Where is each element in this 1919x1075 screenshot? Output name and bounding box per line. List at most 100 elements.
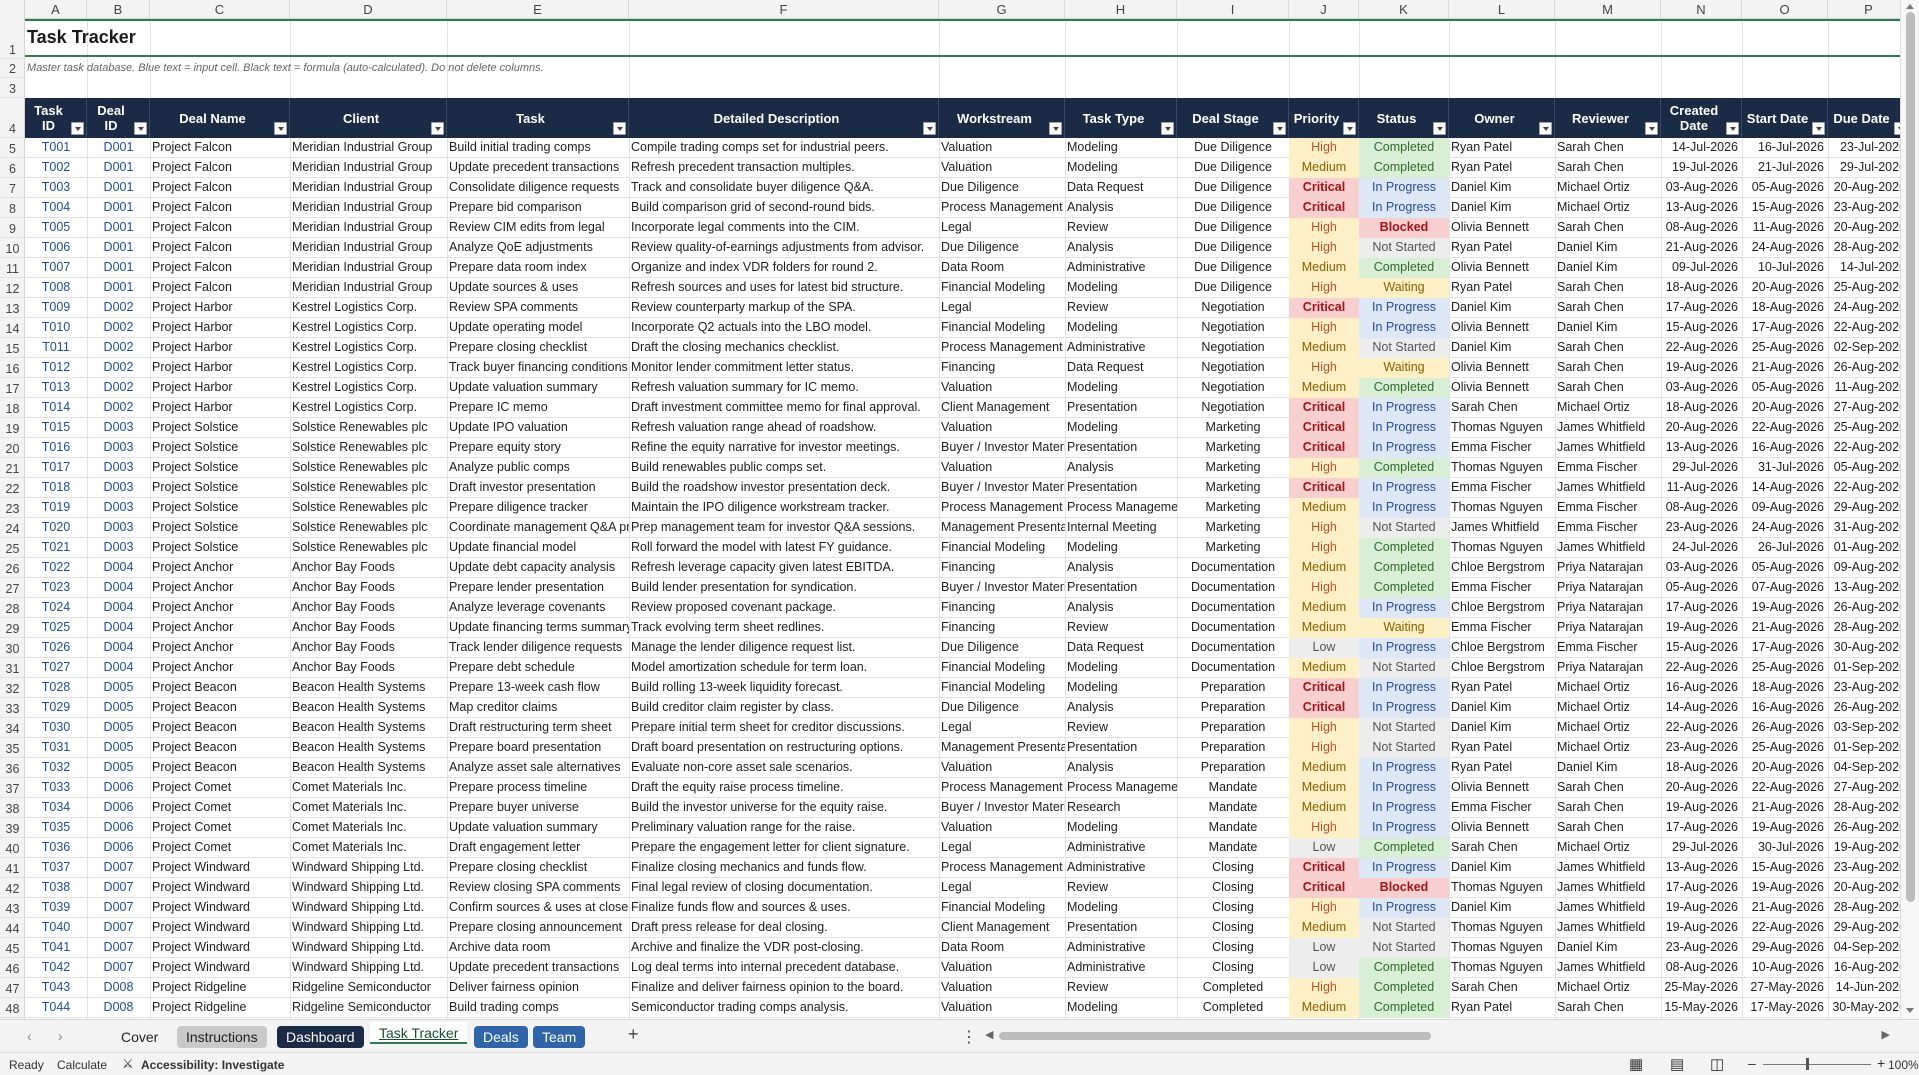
table-cell[interactable]: 15-Aug-2026 xyxy=(1661,318,1742,338)
table-cell[interactable]: T013 xyxy=(25,378,87,398)
table-cell[interactable]: Review counterparty markup of the SPA. xyxy=(629,298,939,318)
table-cell[interactable]: Thomas Nguyen xyxy=(1449,458,1555,478)
table-cell[interactable]: 21-Aug-2026 xyxy=(1742,618,1828,638)
table-cell[interactable]: Meridian Industrial Group xyxy=(290,138,447,158)
table-cell[interactable]: Medium xyxy=(1289,618,1359,638)
table-cell[interactable]: Prepare IC memo xyxy=(447,398,629,418)
table-cell[interactable]: Critical xyxy=(1289,418,1359,438)
table-cell[interactable]: D001 xyxy=(87,198,150,218)
table-cell[interactable]: Due Diligence xyxy=(939,178,1065,198)
table-cell[interactable]: Presentation xyxy=(1065,738,1177,758)
table-cell[interactable]: Michael Ortiz xyxy=(1555,698,1661,718)
table-cell[interactable]: 22-Aug-2026 xyxy=(1742,918,1828,938)
table-cell[interactable]: Presentation xyxy=(1065,478,1177,498)
table-cell[interactable]: Project Solstice xyxy=(150,498,290,518)
tab-task-tracker[interactable]: Task Tracker xyxy=(370,1022,468,1044)
table-cell[interactable]: D004 xyxy=(87,558,150,578)
scroll-down-icon[interactable] xyxy=(1906,1008,1914,1013)
table-cell[interactable]: Buyer / Investor Materials xyxy=(939,798,1065,818)
table-cell[interactable]: Daniel Kim xyxy=(1555,938,1661,958)
table-cell[interactable]: 16-Jul-2026 xyxy=(1742,138,1828,158)
table-cell[interactable]: T038 xyxy=(25,878,87,898)
table-cell[interactable]: 19-Aug-2026 xyxy=(1742,818,1828,838)
table-cell[interactable]: D007 xyxy=(87,918,150,938)
table-cell[interactable]: 04-Sep-2026 xyxy=(1828,938,1900,958)
table-cell[interactable]: Project Solstice xyxy=(150,538,290,558)
table-cell[interactable]: T032 xyxy=(25,758,87,778)
table-cell[interactable]: Administrative xyxy=(1065,938,1177,958)
table-cell[interactable]: In Progress xyxy=(1359,678,1449,698)
table-cell[interactable]: Buyer / Investor Materials xyxy=(939,438,1065,458)
table-cell[interactable]: Build rolling 13-week liquidity forecast… xyxy=(629,678,939,698)
zoom-in-icon[interactable]: + xyxy=(1877,1055,1885,1071)
page-break-view-icon[interactable]: ◫ xyxy=(1710,1055,1724,1073)
table-cell[interactable]: D001 xyxy=(87,278,150,298)
table-cell[interactable]: T026 xyxy=(25,638,87,658)
table-cell[interactable]: Olivia Bennett xyxy=(1449,378,1555,398)
table-cell[interactable]: 17-Aug-2026 xyxy=(1742,318,1828,338)
row-header[interactable]: 12 xyxy=(0,278,25,298)
table-cell[interactable]: 20-Aug-2026 xyxy=(1742,278,1828,298)
table-cell[interactable]: T030 xyxy=(25,718,87,738)
table-cell[interactable]: Due Diligence xyxy=(1177,218,1289,238)
table-cell[interactable]: 19-Aug-2026 xyxy=(1661,618,1742,638)
table-cell[interactable]: Emma Fischer xyxy=(1449,478,1555,498)
table-cell[interactable]: D005 xyxy=(87,698,150,718)
table-cell[interactable]: Priya Natarajan xyxy=(1555,598,1661,618)
table-cell[interactable]: Emma Fischer xyxy=(1555,638,1661,658)
table-cell[interactable]: Project Solstice xyxy=(150,418,290,438)
table-cell[interactable]: D005 xyxy=(87,718,150,738)
table-cell[interactable]: 23-Aug-2026 xyxy=(1828,678,1900,698)
table-cell[interactable]: Comet Materials Inc. xyxy=(290,778,447,798)
row-header[interactable]: 35 xyxy=(0,738,25,758)
table-cell[interactable]: Draft investment committee memo for fina… xyxy=(629,398,939,418)
next-sheet-icon[interactable]: › xyxy=(58,1028,63,1044)
table-cell[interactable]: 26-Aug-2026 xyxy=(1828,818,1900,838)
table-cell[interactable]: 17-Aug-2026 xyxy=(1742,638,1828,658)
table-cell[interactable]: Anchor Bay Foods xyxy=(290,658,447,678)
header-cell[interactable]: Priority xyxy=(1289,98,1359,138)
table-cell[interactable]: Kestrel Logistics Corp. xyxy=(290,338,447,358)
row-header[interactable]: 1 xyxy=(0,19,25,59)
table-cell[interactable]: James Whitfield xyxy=(1555,898,1661,918)
table-cell[interactable]: 03-Sep-2026 xyxy=(1828,718,1900,738)
table-cell[interactable]: Medium xyxy=(1289,158,1359,178)
table-cell[interactable]: 23-Aug-2026 xyxy=(1828,198,1900,218)
table-cell[interactable]: Negotiation xyxy=(1177,358,1289,378)
table-cell[interactable]: Chloe Bergstrom xyxy=(1449,598,1555,618)
table-cell[interactable]: High xyxy=(1289,538,1359,558)
table-cell[interactable]: Project Harbor xyxy=(150,398,290,418)
table-cell[interactable]: 05-Aug-2026 xyxy=(1661,578,1742,598)
table-cell[interactable]: Modeling xyxy=(1065,898,1177,918)
table-cell[interactable]: Emma Fischer xyxy=(1555,518,1661,538)
table-cell[interactable]: Review quality-of-earnings adjustments f… xyxy=(629,238,939,258)
table-cell[interactable]: Analysis xyxy=(1065,198,1177,218)
table-cell[interactable]: T028 xyxy=(25,678,87,698)
row-header[interactable]: 13 xyxy=(0,298,25,318)
table-cell[interactable]: Update financing terms summary xyxy=(447,618,629,638)
table-cell[interactable]: Track lender diligence requests xyxy=(447,638,629,658)
column-header-j[interactable]: J xyxy=(1289,0,1359,19)
table-cell[interactable]: 25-Aug-2026 xyxy=(1828,418,1900,438)
table-cell[interactable]: D008 xyxy=(87,978,150,998)
table-cell[interactable]: Marketing xyxy=(1177,458,1289,478)
table-cell[interactable]: Project Falcon xyxy=(150,278,290,298)
row-header[interactable]: 24 xyxy=(0,518,25,538)
table-cell[interactable]: Completed xyxy=(1359,978,1449,998)
table-cell[interactable]: Refresh leverage capacity given latest E… xyxy=(629,558,939,578)
table-cell[interactable]: Build initial trading comps xyxy=(447,138,629,158)
row-header[interactable]: 38 xyxy=(0,798,25,818)
table-cell[interactable]: Valuation xyxy=(939,978,1065,998)
table-cell[interactable]: 16-Aug-2026 xyxy=(1742,438,1828,458)
table-cell[interactable]: 20-Aug-2026 xyxy=(1828,178,1900,198)
table-cell[interactable]: Roll forward the model with latest FY gu… xyxy=(629,538,939,558)
table-cell[interactable]: Thomas Nguyen xyxy=(1449,498,1555,518)
table-cell[interactable]: T009 xyxy=(25,298,87,318)
table-cell[interactable]: Olivia Bennett xyxy=(1449,778,1555,798)
table-cell[interactable]: T004 xyxy=(25,198,87,218)
table-cell[interactable]: Sarah Chen xyxy=(1555,998,1661,1018)
horizontal-scroll-thumb[interactable] xyxy=(999,1032,1431,1040)
table-cell[interactable]: Presentation xyxy=(1065,918,1177,938)
table-cell[interactable]: Update IPO valuation xyxy=(447,418,629,438)
table-cell[interactable]: Modeling xyxy=(1065,158,1177,178)
